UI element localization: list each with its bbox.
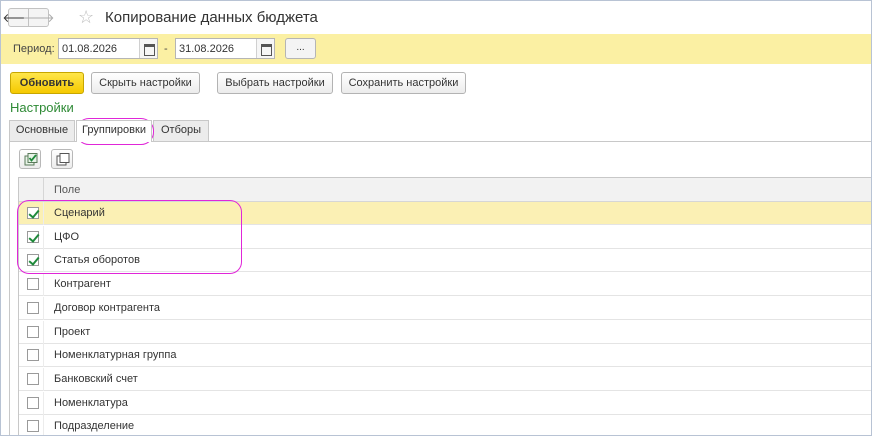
row-label: Статья оборотов [54, 254, 140, 267]
table-row[interactable]: Проект [19, 320, 871, 344]
row-label: ЦФО [54, 230, 80, 243]
forward-arrow-icon[interactable]: 🡒 [22, 8, 55, 27]
column-divider [43, 225, 44, 249]
row-label: Подразделение [54, 420, 135, 433]
table-row[interactable]: Контрагент [19, 273, 871, 297]
table-row[interactable]: Номенклатурная группа [19, 344, 871, 368]
title-bar: 🡐 🡒 ☆ Копирование данных бюджета [1, 1, 871, 34]
column-divider [43, 202, 44, 225]
row-label: Контрагент [54, 278, 111, 291]
period-bar: Период: 01.08.2026 - 31.08.2026 ... [1, 34, 871, 64]
period-to-value: 31.08.2026 [179, 43, 235, 55]
row-label: Проект [54, 325, 91, 338]
row-checkbox[interactable] [27, 325, 39, 338]
column-divider [43, 415, 44, 435]
table-row[interactable]: Сценарий [19, 202, 871, 225]
row-checkbox[interactable] [27, 278, 39, 291]
row-label: Банковский счет [54, 372, 138, 385]
row-checkbox[interactable] [27, 301, 39, 314]
tab-filters[interactable]: Отборы [153, 120, 209, 141]
choose-settings-button[interactable]: Выбрать настройки [217, 72, 333, 94]
period-label: Период: [13, 43, 55, 55]
table-row[interactable]: Договор контрагента [19, 296, 871, 320]
check-all-icon [24, 153, 38, 166]
tab-groupings[interactable]: Группировки [76, 120, 152, 142]
column-divider [43, 296, 44, 320]
table-row[interactable]: Банковский счет [19, 367, 871, 391]
row-checkbox[interactable] [27, 230, 39, 243]
row-checkbox[interactable] [27, 349, 39, 362]
tab-main[interactable]: Основные [9, 120, 75, 141]
column-divider [43, 344, 44, 368]
favorite-star-icon[interactable]: ☆ [78, 7, 94, 27]
check-all-button[interactable] [19, 149, 41, 169]
row-label: Договор контрагента [54, 301, 160, 314]
column-divider [43, 178, 44, 202]
column-header-field[interactable]: Поле [54, 184, 80, 196]
calendar-icon[interactable] [256, 39, 274, 58]
period-select-button[interactable]: ... [285, 38, 316, 59]
row-label: Номенклатура [54, 396, 128, 409]
period-from-value: 01.08.2026 [62, 43, 118, 55]
table-row[interactable]: Подразделение [19, 415, 871, 435]
column-divider [43, 249, 44, 273]
groupings-table: Поле Сценарий ЦФО Статья оборотов Контраген… [18, 177, 871, 435]
period-separator: - [164, 43, 168, 55]
column-divider [43, 273, 44, 297]
table-row[interactable]: Статья оборотов [19, 249, 871, 273]
row-checkbox[interactable] [27, 420, 39, 433]
row-checkbox[interactable] [27, 372, 39, 385]
table-header: Поле [19, 178, 871, 202]
uncheck-all-icon [56, 153, 70, 166]
row-checkbox[interactable] [27, 396, 39, 409]
window-frame: 🡐 🡒 ☆ Копирование данных бюджета Период:… [0, 0, 872, 436]
row-label: Сценарий [54, 207, 105, 219]
row-label: Номенклатурная группа [54, 349, 177, 362]
hide-settings-button[interactable]: Скрыть настройки [91, 72, 200, 94]
row-checkbox[interactable] [27, 207, 39, 219]
period-to-input[interactable]: 31.08.2026 [175, 38, 275, 59]
column-divider [43, 320, 44, 344]
refresh-button[interactable]: Обновить [10, 72, 84, 94]
save-settings-button[interactable]: Сохранить настройки [341, 72, 466, 94]
column-divider [43, 367, 44, 391]
row-checkbox[interactable] [27, 254, 39, 267]
page-title: Копирование данных бюджета [105, 9, 318, 26]
period-from-input[interactable]: 01.08.2026 [58, 38, 158, 59]
settings-title: Настройки [10, 100, 74, 115]
uncheck-all-button[interactable] [51, 149, 73, 169]
column-divider [43, 391, 44, 415]
table-row[interactable]: Номенклатура [19, 391, 871, 415]
calendar-icon[interactable] [139, 39, 157, 58]
table-row[interactable]: ЦФО [19, 225, 871, 249]
